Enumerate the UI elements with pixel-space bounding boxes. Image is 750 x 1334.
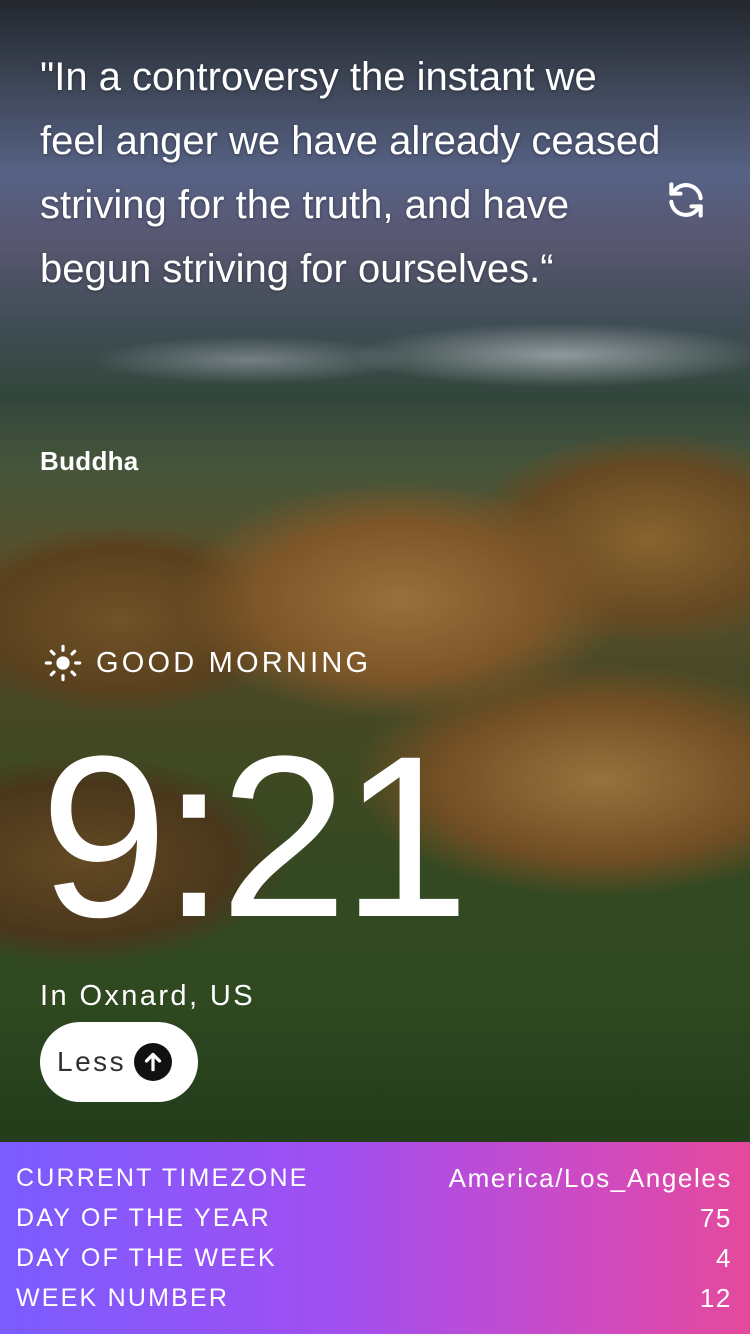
- clock-time: 9:21: [40, 708, 470, 965]
- less-button[interactable]: Less: [40, 1022, 198, 1102]
- arrow-up-circle-icon: [134, 1043, 173, 1081]
- detail-value: 12: [699, 1282, 732, 1313]
- detail-value: America/Los_Angeles: [448, 1162, 732, 1193]
- sun-icon: [44, 644, 82, 682]
- detail-label: DAY OF THE WEEK: [16, 1243, 277, 1272]
- location-text: In Oxnard, US: [40, 980, 255, 1012]
- refresh-icon[interactable]: [664, 178, 708, 222]
- detail-row-day-of-year: DAY OF THE YEAR 75: [16, 1198, 732, 1238]
- detail-row-week-number: WEEK NUMBER 12: [16, 1278, 732, 1318]
- detail-label: WEEK NUMBER: [16, 1283, 230, 1312]
- details-panel: CURRENT TIMEZONE America/Los_Angeles DAY…: [0, 1142, 750, 1334]
- quote-text: "In a controversy the instant we feel an…: [40, 55, 661, 291]
- less-button-label: Less: [57, 1046, 127, 1077]
- detail-label: CURRENT TIMEZONE: [16, 1163, 309, 1192]
- quote-author: Buddha: [40, 446, 139, 476]
- detail-label: DAY OF THE YEAR: [16, 1203, 271, 1232]
- detail-row-day-of-week: DAY OF THE WEEK 4: [16, 1238, 732, 1278]
- quote-block: "In a controversy the instant we feel an…: [40, 45, 670, 301]
- detail-row-timezone: CURRENT TIMEZONE America/Los_Angeles: [16, 1158, 732, 1198]
- detail-value: 75: [699, 1202, 732, 1233]
- greeting-text: GOOD MORNING: [96, 646, 372, 679]
- greeting: GOOD MORNING: [44, 643, 371, 683]
- detail-value: 4: [715, 1242, 732, 1273]
